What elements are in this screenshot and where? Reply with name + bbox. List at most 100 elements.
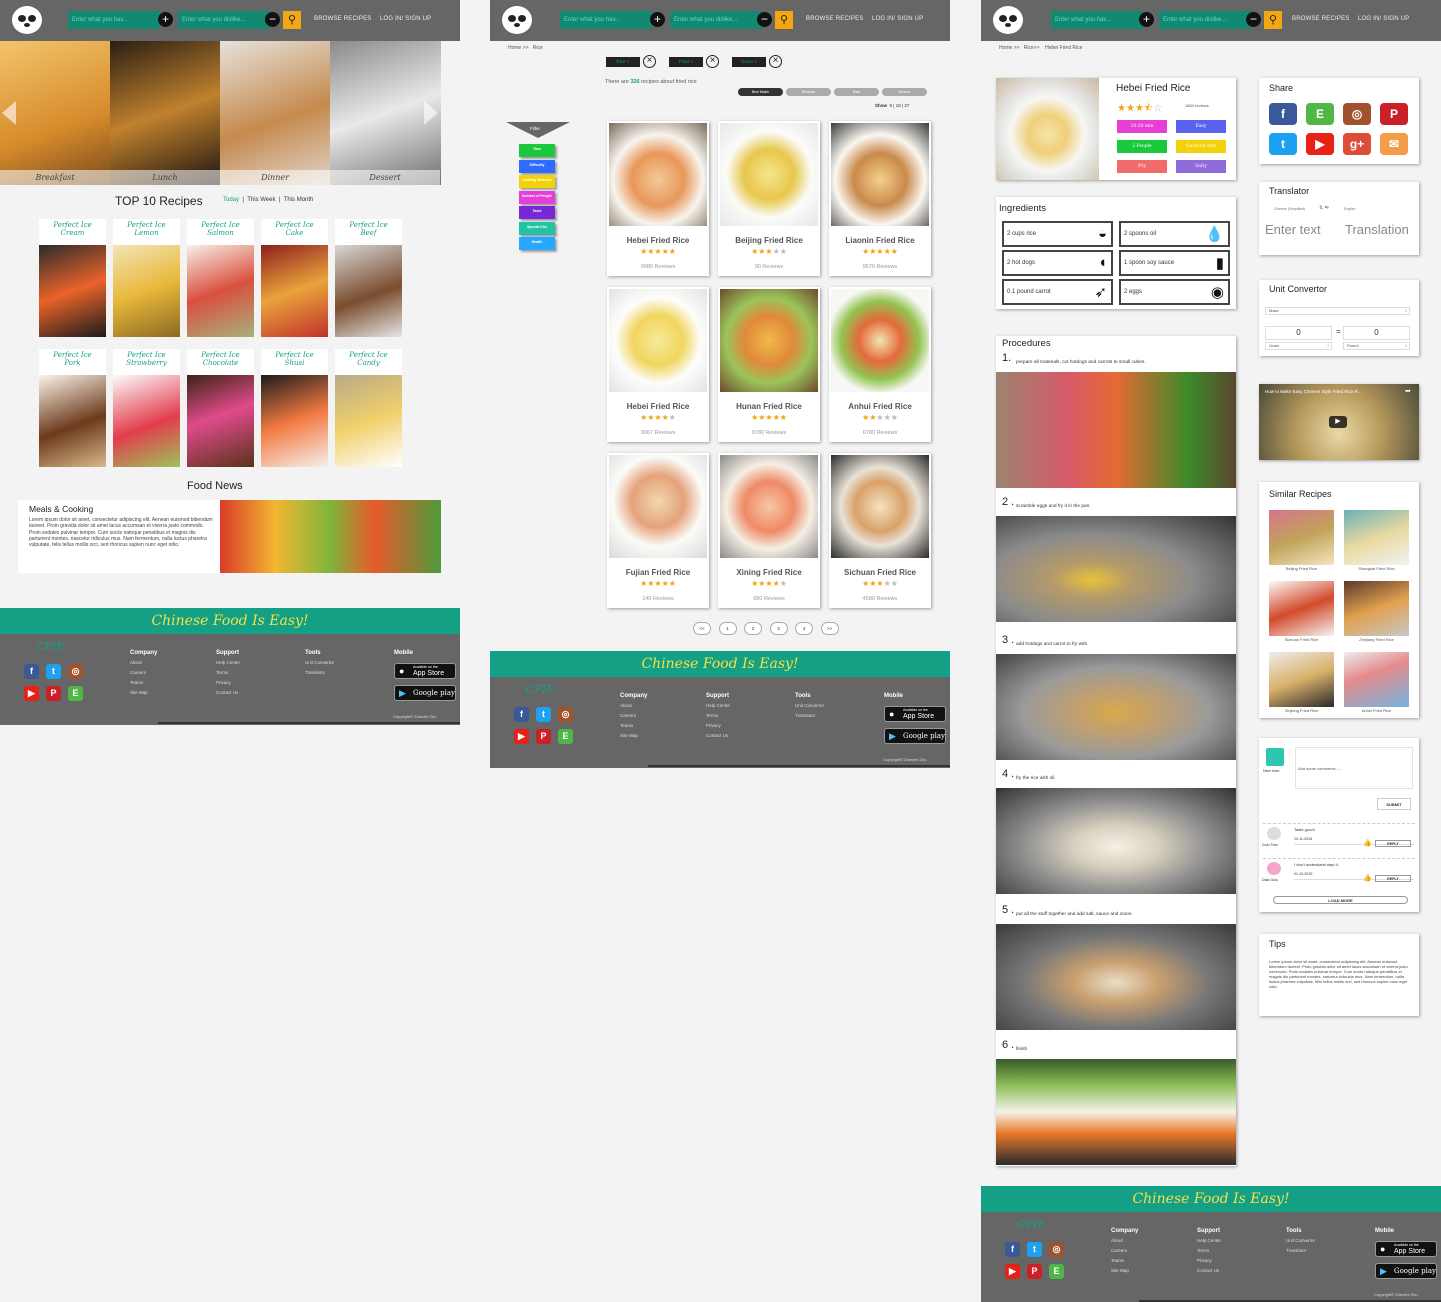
- filter-option[interactable]: Health: [519, 237, 555, 250]
- top-recipe-tile[interactable]: Perfect Ice Cake: [261, 219, 328, 337]
- unit-left-input[interactable]: 0: [1265, 326, 1332, 340]
- recipe-card[interactable]: Xining Fried Rice ★★★★★ 680 Reviews: [718, 453, 820, 608]
- top-recipe-tile[interactable]: Perfect Ice Pork: [39, 349, 106, 467]
- footer-link[interactable]: Careers: [1111, 1246, 1138, 1256]
- page-button[interactable]: 4: [795, 622, 813, 635]
- add-ingredient-button[interactable]: +: [158, 12, 173, 27]
- search-button[interactable]: ⚲: [775, 11, 793, 29]
- similar-recipe-photo[interactable]: [1269, 652, 1334, 707]
- filter-today[interactable]: Today: [223, 197, 239, 203]
- footer-link[interactable]: Teams: [130, 678, 157, 688]
- footer-link[interactable]: Privacy: [1197, 1256, 1221, 1266]
- comment-input[interactable]: Add some comments......: [1295, 747, 1413, 789]
- login-link[interactable]: LOG IN/ SIGN UP: [380, 16, 431, 22]
- footer-link[interactable]: About: [1111, 1236, 1138, 1246]
- recipe-card[interactable]: Anhui Fried Rice ★★★★★ 6780 Reviews: [829, 287, 931, 442]
- footer-logo[interactable]: CFIE: [36, 640, 64, 653]
- browse-recipes-link[interactable]: BROWSE RECIPES: [806, 16, 863, 22]
- similar-recipe-photo[interactable]: [1269, 510, 1334, 565]
- footer-link[interactable]: Contact Us: [706, 731, 730, 741]
- sort-button[interactable]: Newest: [882, 88, 927, 96]
- footer-link[interactable]: Site Map: [620, 731, 647, 741]
- similar-recipe-name[interactable]: Anhui Fried Rice: [1344, 708, 1409, 713]
- load-more-button[interactable]: LOAD MORE: [1273, 896, 1408, 904]
- recipe-attribute-chip[interactable]: Good for diet: [1176, 140, 1226, 153]
- search-button[interactable]: ⚲: [283, 11, 301, 29]
- page-button[interactable]: 1: [718, 622, 737, 635]
- recipe-card[interactable]: Beijing Fried Rice ★★★★★ 90 Reviews: [718, 121, 820, 276]
- youtube-icon[interactable]: ▶: [24, 686, 39, 701]
- sort-button[interactable]: Reviews: [786, 88, 831, 96]
- browse-recipes-link[interactable]: BROWSE RECIPES: [314, 16, 371, 22]
- footer-link[interactable]: Translator: [1286, 1246, 1315, 1256]
- include-ingredient-input[interactable]: Enter what you hav...: [1051, 11, 1143, 29]
- thumbs-up-icon[interactable]: 👍: [1363, 874, 1372, 882]
- twitter-icon[interactable]: t: [1269, 133, 1297, 155]
- footer-link[interactable]: Careers: [130, 668, 157, 678]
- remove-ingredient-button[interactable]: −: [757, 12, 772, 27]
- instagram-icon[interactable]: ◎: [558, 707, 573, 722]
- facebook-icon[interactable]: f: [24, 664, 39, 679]
- footer-link[interactable]: Site Map: [130, 688, 157, 698]
- evernote-icon[interactable]: E: [1306, 103, 1334, 125]
- swap-language-icon[interactable]: ⇅ ⇆: [1319, 205, 1329, 211]
- slide-dinner[interactable]: [220, 41, 330, 185]
- similar-recipe-photo[interactable]: [1344, 652, 1409, 707]
- footer-link[interactable]: Careers: [620, 711, 647, 721]
- facebook-icon[interactable]: f: [514, 707, 529, 722]
- similar-recipe-name[interactable]: Shanghai Fried Rice: [1344, 566, 1409, 571]
- filter-this-month[interactable]: This Month: [284, 197, 314, 203]
- news-card[interactable]: Meals & Cooking Lorem ipsum dolor sit am…: [18, 500, 220, 573]
- recipe-card[interactable]: Sichuan Fried Rice ★★★★★ 4580 Reviews: [829, 453, 931, 608]
- video-player[interactable]: How to Make Easy Chinese Style Fried Ric…: [1259, 384, 1419, 460]
- pinterest-icon[interactable]: P: [536, 729, 551, 744]
- footer-logo[interactable]: CFIE: [1017, 1218, 1045, 1231]
- top-recipe-tile[interactable]: Perfect Ice Salmon: [187, 219, 254, 337]
- google-play-badge[interactable]: ▶ Google play: [394, 685, 456, 701]
- app-store-badge[interactable]: ● Available on the App Store: [1375, 1241, 1437, 1257]
- carousel-prev-icon[interactable]: [2, 101, 16, 125]
- sort-button[interactable]: Best Match: [738, 88, 783, 96]
- pinterest-icon[interactable]: P: [46, 686, 61, 701]
- pinterest-icon[interactable]: P: [1027, 1264, 1042, 1279]
- slide-lunch[interactable]: [110, 41, 220, 185]
- add-ingredient-button[interactable]: +: [1139, 12, 1154, 27]
- filter-option[interactable]: Number of People: [519, 190, 555, 204]
- footer-link[interactable]: Terms: [216, 668, 240, 678]
- similar-recipe-name[interactable]: Beijing Fried Rice: [1269, 566, 1334, 571]
- google-play-badge[interactable]: ▶ Google play: [884, 728, 946, 744]
- footer-link[interactable]: Translator: [795, 711, 824, 721]
- footer-link[interactable]: Terms: [1197, 1246, 1221, 1256]
- similar-recipe-photo[interactable]: [1269, 581, 1334, 636]
- filter-option[interactable]: Cooking Methods: [519, 175, 555, 188]
- recipe-card[interactable]: Hunan Fried Rice ★★★★★ 9780 Reviews: [718, 287, 820, 442]
- footer-link[interactable]: Help Center: [706, 701, 730, 711]
- evernote-icon[interactable]: E: [68, 686, 83, 701]
- instagram-icon[interactable]: ◎: [68, 664, 83, 679]
- recipe-attribute-chip[interactable]: Fry: [1117, 160, 1167, 173]
- instagram-icon[interactable]: ◎: [1049, 1242, 1064, 1257]
- play-button-icon[interactable]: ▶: [1329, 416, 1347, 428]
- recipe-card[interactable]: Fujian Fried Rice ★★★★★ 140 Reviews: [607, 453, 709, 608]
- instagram-icon[interactable]: ◎: [1343, 103, 1371, 125]
- panda-logo[interactable]: [502, 6, 532, 34]
- unit-left-select[interactable]: Gram ↕: [1265, 342, 1332, 350]
- footer-link[interactable]: About: [620, 701, 647, 711]
- google-play-badge[interactable]: ▶ Google play: [1375, 1263, 1437, 1279]
- unit-right-input[interactable]: 0: [1343, 326, 1410, 340]
- remove-ingredient-button[interactable]: −: [1246, 12, 1261, 27]
- footer-link[interactable]: Unit Convertor: [1286, 1236, 1315, 1246]
- footer-link[interactable]: Unit Convertor: [795, 701, 824, 711]
- google-plus-icon[interactable]: g+: [1343, 133, 1371, 155]
- top-recipe-tile[interactable]: Perfect Ice Lemon: [113, 219, 180, 337]
- search-button[interactable]: ⚲: [1264, 11, 1282, 29]
- footer-link[interactable]: Teams: [620, 721, 647, 731]
- remove-ingredient-button[interactable]: −: [265, 12, 280, 27]
- footer-link[interactable]: Unit Convertor: [305, 658, 334, 668]
- recipe-attribute-chip[interactable]: Easy: [1176, 120, 1226, 133]
- footer-link[interactable]: Help Center: [216, 658, 240, 668]
- twitter-icon[interactable]: t: [46, 664, 61, 679]
- footer-link[interactable]: Privacy: [216, 678, 240, 688]
- similar-recipe-name[interactable]: Xinjiang Fried Rice: [1269, 708, 1334, 713]
- reply-button[interactable]: REPLY: [1375, 875, 1411, 882]
